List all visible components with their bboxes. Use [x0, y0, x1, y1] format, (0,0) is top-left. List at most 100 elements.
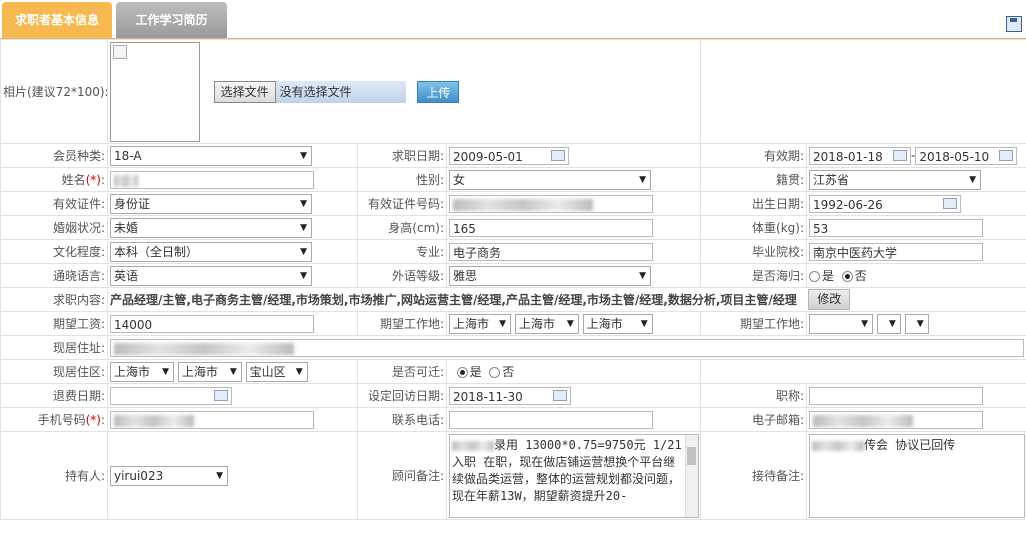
- work-place-district-select[interactable]: 上海市 ▼: [582, 313, 653, 334]
- school-input[interactable]: 南京中医药大学: [809, 242, 984, 261]
- returnee-no-label: 否: [854, 269, 867, 283]
- calendar-icon[interactable]: [999, 149, 1014, 161]
- residence-empty-cell: [700, 359, 1026, 384]
- marital-label: 婚姻状况:: [0, 215, 108, 240]
- no-file-text: 没有选择文件: [275, 80, 406, 103]
- language-value: 英语: [114, 268, 139, 283]
- member-type-select[interactable]: 18-A ▼: [110, 145, 312, 166]
- calendar-icon[interactable]: [943, 197, 958, 209]
- reception-note-text: 传会 协议已回传: [864, 438, 956, 452]
- lang-level-value: 雅思: [453, 268, 478, 283]
- id-type-value: 身份证: [114, 196, 151, 211]
- scrollbar[interactable]: [685, 435, 698, 517]
- chevron-down-icon: ▼: [300, 150, 307, 161]
- height-input[interactable]: 165: [449, 218, 653, 237]
- language-select[interactable]: 英语 ▼: [110, 265, 312, 286]
- reception-note-label: 接待备注:: [700, 431, 808, 520]
- marital-select[interactable]: 未婚 ▼: [110, 217, 312, 238]
- holder-value: yirui023: [114, 468, 164, 483]
- relocate-yes-radio[interactable]: [456, 367, 468, 378]
- residence-district-select[interactable]: 宝山区 ▼: [245, 361, 308, 382]
- refund-date-label: 退费日期:: [0, 383, 108, 408]
- chevron-down-icon: ▼: [300, 222, 307, 233]
- id-number-input[interactable]: [449, 194, 653, 213]
- salary-input[interactable]: 14000: [110, 314, 314, 333]
- education-value: 本科（全日制）: [114, 244, 199, 259]
- upload-button[interactable]: 上传: [417, 80, 460, 103]
- address-input[interactable]: [110, 338, 1024, 357]
- chevron-down-icon: ▼: [916, 318, 924, 329]
- tab-work-history[interactable]: 工作学习简历: [116, 2, 227, 38]
- member-type-value: 18-A: [114, 148, 142, 163]
- work-place-province-select[interactable]: 上海市 ▼: [449, 313, 511, 334]
- chevron-down-icon: ▼: [639, 270, 646, 281]
- major-input[interactable]: 电子商务: [449, 242, 653, 261]
- work-place-city-value: 上海市: [518, 316, 555, 331]
- education-select[interactable]: 本科（全日制） ▼: [110, 241, 312, 262]
- choose-file-button[interactable]: 选择文件: [213, 80, 276, 103]
- chevron-down-icon: ▼: [499, 318, 506, 329]
- returnee-yes-label: 是: [822, 269, 835, 283]
- tab-bar: 求职者基本信息 工作学习简历: [0, 0, 1026, 39]
- chevron-down-icon: ▼: [216, 470, 223, 481]
- email-input[interactable]: [809, 410, 984, 429]
- chevron-down-icon: ▼: [861, 318, 869, 329]
- origin-select[interactable]: 江苏省 ▼: [809, 169, 982, 190]
- returnee-yes-radio[interactable]: [809, 271, 821, 282]
- chevron-down-icon: ▼: [162, 366, 169, 377]
- lang-level-label: 外语等级:: [357, 263, 447, 288]
- chevron-down-icon: ▼: [295, 366, 303, 377]
- tab-basic-info[interactable]: 求职者基本信息: [2, 2, 112, 38]
- birth-label: 出生日期:: [700, 191, 808, 216]
- calendar-icon[interactable]: [214, 389, 228, 401]
- origin-value: 江苏省: [813, 172, 850, 187]
- relocate-no-label: 否: [502, 365, 515, 379]
- holder-select[interactable]: yirui023 ▼: [110, 465, 228, 486]
- calendar-icon[interactable]: [551, 149, 565, 161]
- applicant-form: 相片(建议72*100): 选择文件 没有选择文件 上传 会员种类: 18-A ▼ …: [0, 39, 1026, 520]
- residence-district-value: 宝山区: [249, 364, 286, 379]
- work-place2-district-select[interactable]: ▼: [904, 313, 929, 334]
- residence-city-value: 上海市: [181, 364, 218, 379]
- relocate-no-radio[interactable]: [489, 367, 501, 378]
- height-label: 身高(cm):: [357, 215, 447, 240]
- residence-province-value: 上海市: [114, 364, 151, 379]
- chevron-down-icon: ▼: [639, 174, 646, 185]
- job-content-label: 求职内容:: [0, 287, 108, 312]
- weight-input[interactable]: 53: [809, 218, 984, 237]
- consultant-note-label: 顾问备注:: [357, 431, 447, 520]
- returnee-no-radio[interactable]: [841, 271, 853, 282]
- work-place-city-select[interactable]: 上海市 ▼: [514, 313, 579, 334]
- origin-label: 籍贯:: [700, 167, 808, 192]
- name-input[interactable]: [110, 170, 314, 189]
- work-place-province-value: 上海市: [453, 316, 490, 331]
- residence-province-select[interactable]: 上海市 ▼: [110, 361, 174, 382]
- lang-level-select[interactable]: 雅思 ▼: [449, 265, 651, 286]
- chevron-down-icon: ▼: [300, 270, 307, 281]
- job-content-edit-button[interactable]: 修改: [808, 289, 851, 310]
- salary-label: 期望工资:: [0, 311, 108, 336]
- reception-note-textarea[interactable]: 传会 协议已回传: [809, 434, 1026, 518]
- returnee-label: 是否海归:: [700, 263, 808, 288]
- birth-date-input[interactable]: 1992-06-26: [809, 194, 962, 213]
- mobile-input[interactable]: [110, 410, 314, 429]
- calendar-icon[interactable]: [553, 389, 567, 401]
- id-type-select[interactable]: 身份证 ▼: [110, 193, 312, 214]
- chevron-down-icon: ▼: [640, 318, 648, 329]
- chevron-down-icon: ▼: [969, 174, 977, 185]
- title-input[interactable]: [809, 386, 984, 405]
- work-place2-city-select[interactable]: ▼: [876, 313, 901, 334]
- relocate-yes-label: 是: [469, 365, 482, 379]
- callback-date-label: 设定回访日期:: [357, 383, 447, 408]
- residence-city-select[interactable]: 上海市 ▼: [177, 361, 242, 382]
- consultant-note-textarea[interactable]: 录用 13000*0.75=9750元 1/21入职 在职，现在做店铺运营想换个…: [449, 434, 699, 518]
- phone-input[interactable]: [449, 410, 653, 429]
- calendar-icon[interactable]: [893, 149, 908, 161]
- member-type-label: 会员种类:: [0, 143, 108, 168]
- weight-label: 体重(kg):: [700, 215, 808, 240]
- save-icon[interactable]: [1006, 16, 1022, 32]
- id-type-label: 有效证件:: [0, 191, 108, 216]
- work-place2-province-select[interactable]: ▼: [809, 313, 874, 334]
- relocate-label: 是否可迁:: [357, 359, 447, 384]
- gender-select[interactable]: 女 ▼: [449, 169, 651, 190]
